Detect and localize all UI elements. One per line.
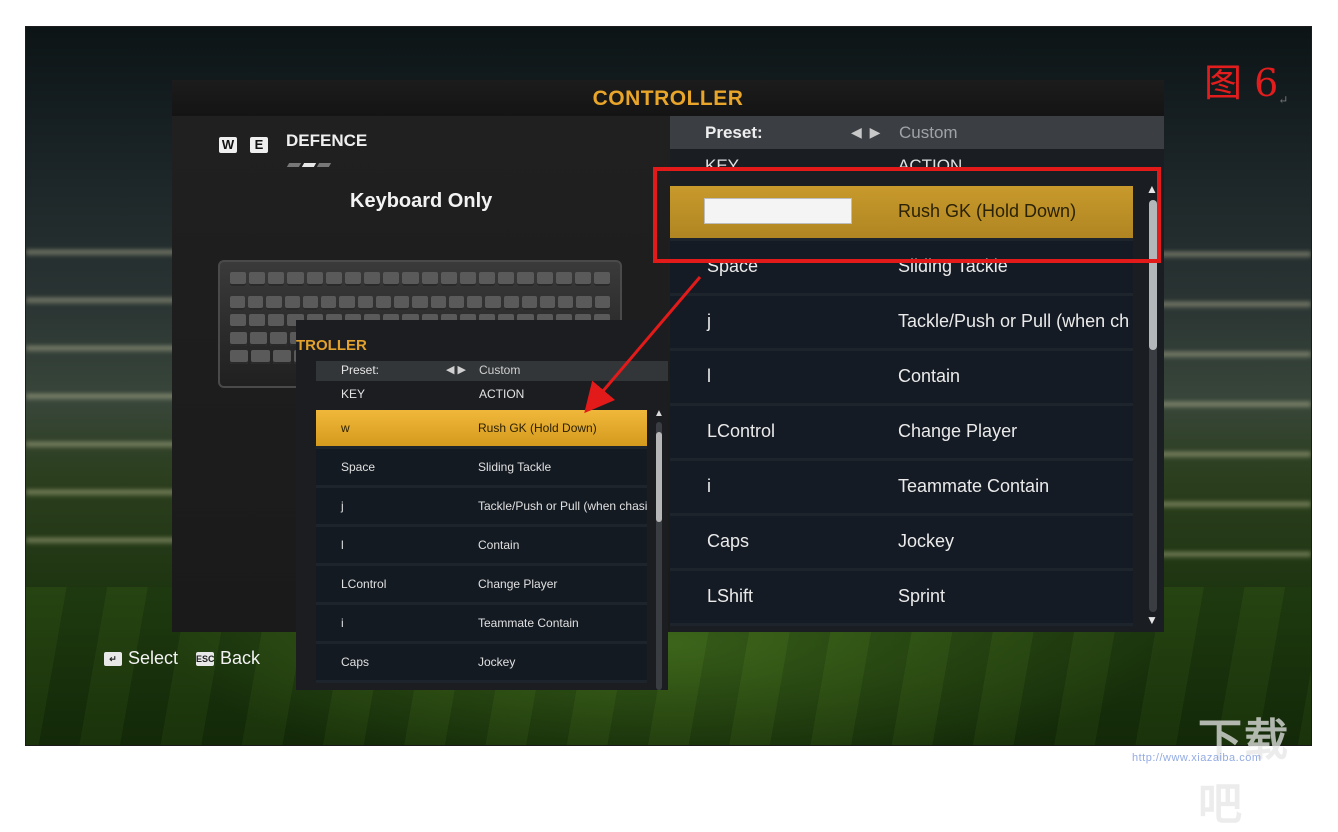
inset-key: Space	[341, 460, 376, 474]
binding-action: Contain	[898, 366, 961, 386]
inset-title: TROLLER	[296, 337, 367, 354]
zoomed-inset-panel: TROLLER Preset: ◀ ▶ Custom KEY ACTION w …	[296, 320, 668, 690]
control-mode-label: Keyboard Only	[350, 190, 493, 212]
binding-row[interactable]: i Teammate Contain	[670, 461, 1133, 516]
binding-key: l	[707, 366, 711, 386]
next-section-key-icon[interactable]: E	[250, 137, 268, 153]
inset-action: Contain	[478, 538, 520, 552]
inset-action: Sliding Tackle	[478, 460, 552, 474]
binding-key: LShift	[707, 586, 754, 606]
binding-action: Change Player	[898, 421, 1018, 441]
preset-selector[interactable]: Preset: ◀ ▶ Custom	[670, 116, 1164, 149]
inset-row[interactable]: j Tackle/Push or Pull (when chasing)	[316, 488, 648, 527]
section-page-indicator	[286, 154, 338, 167]
select-label: Select	[128, 648, 179, 668]
annotation-highlight-box	[653, 167, 1161, 263]
inset-key: l	[341, 538, 344, 552]
inset-preset-arrows-icon[interactable]: ◀ ▶	[446, 363, 466, 376]
inset-row-selected[interactable]: w Rush GK (Hold Down)	[316, 410, 647, 449]
binding-row[interactable]: Caps Jockey	[670, 516, 1133, 571]
preset-value: Custom	[899, 123, 958, 142]
binding-row[interactable]: LControl Change Player	[670, 406, 1133, 461]
binding-key: LControl	[707, 421, 776, 441]
inset-action: Jockey	[478, 655, 516, 669]
inset-key: w	[341, 421, 350, 435]
inset-action: Tackle/Push or Pull (when chasing)	[478, 499, 648, 513]
binding-key: Caps	[707, 531, 750, 551]
prev-section-key-icon[interactable]: W	[219, 137, 237, 153]
back-hint[interactable]: ESC Back	[196, 648, 260, 669]
binding-row[interactable]: LShift Sprint	[670, 571, 1133, 626]
inset-action: Rush GK (Hold Down)	[478, 421, 597, 435]
inset-action: Change Player	[478, 577, 558, 591]
inset-preset-value: Custom	[479, 363, 521, 377]
figure-label-text: 图 6	[1204, 61, 1279, 105]
inset-preset-selector[interactable]: Preset: ◀ ▶ Custom	[316, 361, 668, 381]
binding-action: Teammate Contain	[898, 476, 1050, 496]
inset-key: Caps	[341, 655, 370, 669]
panel-title: CONTROLLER	[172, 80, 1164, 116]
binding-action: Tackle/Push or Pull (when chasing)	[898, 311, 1130, 331]
inset-scrollbar[interactable]: ▲	[654, 408, 664, 690]
figure-label: 图 6↵	[1204, 52, 1288, 107]
back-label: Back	[220, 648, 261, 668]
preset-arrows-icon[interactable]: ◀ ▶	[851, 124, 882, 141]
stadium-lights-right	[1151, 227, 1311, 567]
inset-row[interactable]: l Contain	[316, 527, 647, 566]
inset-header-action: ACTION	[479, 387, 525, 401]
inset-action: Teammate Contain	[478, 616, 579, 630]
inset-key: j	[341, 499, 344, 513]
binding-action: Sprint	[898, 586, 946, 606]
inset-header-key: KEY	[341, 387, 366, 401]
watermark-url: http://www.xiazaiba.com	[1132, 752, 1262, 764]
binding-key: i	[707, 476, 711, 496]
esc-key-icon: ESC	[196, 651, 215, 666]
binding-key: j	[707, 311, 711, 331]
inset-row[interactable]: i Teammate Contain	[316, 605, 647, 644]
binding-action: Jockey	[898, 531, 955, 551]
select-hint[interactable]: ↵ Select	[104, 648, 178, 669]
binding-row[interactable]: l Contain	[670, 351, 1133, 406]
scroll-down-icon[interactable]: ▼	[1146, 613, 1158, 627]
binding-row[interactable]: j Tackle/Push or Pull (when chasing)	[670, 296, 1133, 351]
inset-row[interactable]: Space Sliding Tackle	[316, 449, 647, 488]
inset-key: i	[341, 616, 344, 630]
section-title: DEFENCE	[286, 131, 368, 150]
inset-scroll-up-icon[interactable]: ▲	[654, 408, 664, 419]
inset-row[interactable]: LControl Change Player	[316, 566, 647, 605]
inset-row[interactable]: Caps Jockey	[316, 644, 647, 683]
inset-key: LControl	[341, 577, 387, 591]
figure-return-mark: ↵	[1278, 93, 1289, 107]
enter-icon: ↵	[104, 651, 122, 666]
preset-label: Preset:	[705, 123, 763, 142]
inset-scroll-thumb[interactable]	[656, 432, 662, 522]
inset-preset-label: Preset:	[341, 363, 380, 377]
